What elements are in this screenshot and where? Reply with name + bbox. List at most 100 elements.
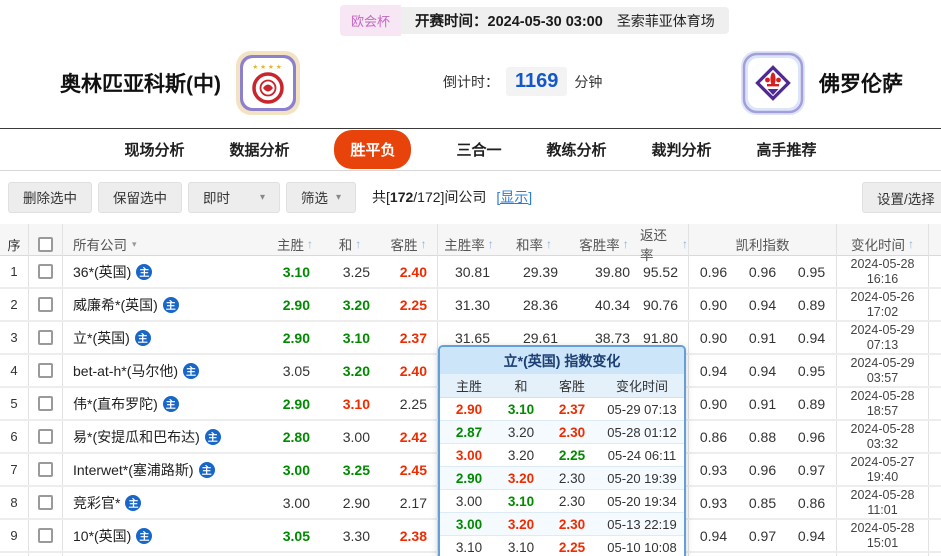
sort-asc-icon: ↑ xyxy=(487,237,494,251)
odds-home: 3.05 xyxy=(282,362,310,379)
kelly-home: 0.90 xyxy=(688,322,738,353)
row-checkbox[interactable] xyxy=(38,429,53,444)
sort-asc-icon: ↑ xyxy=(355,237,362,251)
odds-home: 3.00 xyxy=(282,461,310,478)
sort-asc-icon: ↑ xyxy=(622,237,629,251)
toolbar: 删除选中 保留选中 即时 ▾ 筛选 ▾ 共[172/172]间公司 [显示] 设置/… xyxy=(0,180,941,214)
tab-data-analysis[interactable]: 数据分析 xyxy=(229,139,289,160)
kelly-home: 0.93 xyxy=(688,454,738,485)
home-marker-icon[interactable]: 主 xyxy=(162,296,179,313)
settings-button[interactable]: 设置/选择 xyxy=(862,182,941,213)
rate-home: 31.30 xyxy=(437,289,500,320)
keep-selected-button[interactable]: 保留选中 xyxy=(98,181,182,213)
popup-row: 3.10 3.10 2.25 05-10 10:08 xyxy=(440,536,684,556)
home-marker-icon[interactable]: 主 xyxy=(198,461,215,478)
sort-asc-icon: ↑ xyxy=(420,237,427,251)
table-row[interactable]: 1 36*(英国) 主 3.10 3.25 2.40 30.81 29.39 39… xyxy=(0,256,941,289)
row-checkbox[interactable] xyxy=(38,495,53,510)
kelly-draw: 0.94 xyxy=(748,296,777,313)
home-team-logo: ★★★★ xyxy=(235,50,301,116)
kelly-away: 0.95 xyxy=(797,263,826,280)
company-name[interactable]: 威廉希*(英国) xyxy=(73,295,158,315)
away-team: 佛罗伦萨 xyxy=(740,50,903,116)
popup-col-home: 主胜 xyxy=(455,379,482,394)
kelly-away: 0.94 xyxy=(797,527,826,544)
row-index: 3 xyxy=(10,330,18,345)
home-marker-icon[interactable]: 主 xyxy=(136,263,153,280)
league-badge[interactable]: 欧会杯 xyxy=(340,5,402,36)
home-marker-icon[interactable]: 主 xyxy=(125,494,142,511)
row-checkbox[interactable] xyxy=(38,297,53,312)
row-index: 2 xyxy=(10,297,18,312)
odds-draw: 3.00 xyxy=(342,428,370,445)
odds-home: 2.80 xyxy=(282,428,310,445)
kelly-away: 0.89 xyxy=(797,296,826,313)
row-checkbox[interactable] xyxy=(38,462,53,477)
tab-win-draw-lose[interactable]: 胜平负 xyxy=(334,130,412,169)
company-name[interactable]: 伟*(直布罗陀) xyxy=(73,394,158,414)
popup-row: 3.00 3.20 2.30 05-13 22:19 xyxy=(440,513,684,536)
kelly-away: 0.86 xyxy=(797,494,826,511)
odds-draw: 3.20 xyxy=(342,362,370,379)
kelly-draw: 0.88 xyxy=(748,428,777,445)
row-checkbox[interactable] xyxy=(38,330,53,345)
tab-expert-picks[interactable]: 高手推荐 xyxy=(757,139,817,160)
home-marker-icon[interactable]: 主 xyxy=(204,428,221,445)
delete-selected-button[interactable]: 删除选中 xyxy=(8,181,92,213)
home-marker-icon[interactable]: 主 xyxy=(134,329,151,346)
odds-draw: 2.90 xyxy=(342,494,370,511)
chevron-down-icon: ▾ xyxy=(132,238,137,249)
teams-header: 奥林匹亚科斯(中) ★★★★ 倒计时： 1169 分钟 佛罗伦萨 xyxy=(0,40,941,127)
company-name[interactable]: 36*(英国) xyxy=(73,262,131,282)
instant-dropdown[interactable]: 即时 ▾ xyxy=(188,181,280,213)
rate-away: 40.34 xyxy=(594,296,630,313)
rate-return: 90.76 xyxy=(642,296,678,313)
filter-dropdown[interactable]: 筛选 ▾ xyxy=(286,181,357,213)
table-row[interactable]: 2 威廉希*(英国) 主 2.90 3.20 2.25 31.30 28.36 4… xyxy=(0,289,941,322)
company-name[interactable]: bet-at-h*(马尔他) xyxy=(73,361,178,381)
tab-three-in-one[interactable]: 三合一 xyxy=(456,139,501,160)
home-marker-icon[interactable]: 主 xyxy=(136,527,153,544)
svg-text:★★★★: ★★★★ xyxy=(252,64,283,71)
popup-col-draw: 和 xyxy=(514,379,528,394)
kelly-draw: 0.94 xyxy=(748,362,777,379)
popup-row: 2.90 3.10 2.37 05-29 07:13 xyxy=(440,398,684,421)
popup-row: 3.00 3.10 2.30 05-20 19:34 xyxy=(440,490,684,513)
countdown: 倒计时： 1169 分钟 xyxy=(443,67,602,96)
company-name[interactable]: 竞彩官* xyxy=(73,493,120,513)
row-checkbox[interactable] xyxy=(38,528,53,543)
kickoff-time: 开赛时间：2024-05-30 03:00 xyxy=(415,14,603,30)
change-time: 2024-05-27 19:40 xyxy=(836,454,928,485)
company-name[interactable]: 立*(英国) xyxy=(73,328,130,348)
table-header: 序 所有公司 ▾ 主胜 ↑ 和 ↑ 客胜 ↑ 主胜率 ↑ 和率 ↑ 客胜率 ↑ 返还率 ↑ 凯利… xyxy=(0,224,941,264)
row-index: 9 xyxy=(10,528,18,543)
odds-home: 3.00 xyxy=(282,494,310,511)
show-link[interactable]: [显示] xyxy=(496,187,532,207)
odds-draw: 3.25 xyxy=(342,461,370,478)
company-name[interactable]: 易*(安提瓜和巴布达) xyxy=(73,427,200,447)
row-checkbox[interactable] xyxy=(38,396,53,411)
home-team-name: 奥林匹亚科斯(中) xyxy=(60,73,221,96)
tab-referee-analysis[interactable]: 裁判分析 xyxy=(652,139,712,160)
odds-away: 2.17 xyxy=(399,494,427,511)
kelly-draw: 0.91 xyxy=(748,329,777,346)
tab-coach-analysis[interactable]: 教练分析 xyxy=(547,139,607,160)
chevron-down-icon: ▾ xyxy=(259,191,265,203)
select-all-checkbox[interactable] xyxy=(38,236,53,252)
odds-home: 3.05 xyxy=(282,527,310,544)
kelly-home: 0.86 xyxy=(688,421,738,452)
countdown-unit: 分钟 xyxy=(574,73,603,90)
home-marker-icon[interactable]: 主 xyxy=(183,362,200,379)
row-checkbox[interactable] xyxy=(38,264,53,279)
tab-live-analysis[interactable]: 现场分析 xyxy=(124,139,184,160)
row-index: 1 xyxy=(10,264,18,279)
odds-away: 2.42 xyxy=(399,428,427,445)
kelly-home: 0.94 xyxy=(688,520,738,551)
kelly-home: 0.90 xyxy=(688,289,738,320)
kelly-away: 0.94 xyxy=(797,329,826,346)
row-index: 4 xyxy=(10,363,18,378)
home-marker-icon[interactable]: 主 xyxy=(162,395,179,412)
company-name[interactable]: Interwet*(塞浦路斯) xyxy=(73,460,194,480)
row-checkbox[interactable] xyxy=(38,363,53,378)
company-name[interactable]: 10*(英国) xyxy=(73,526,131,546)
